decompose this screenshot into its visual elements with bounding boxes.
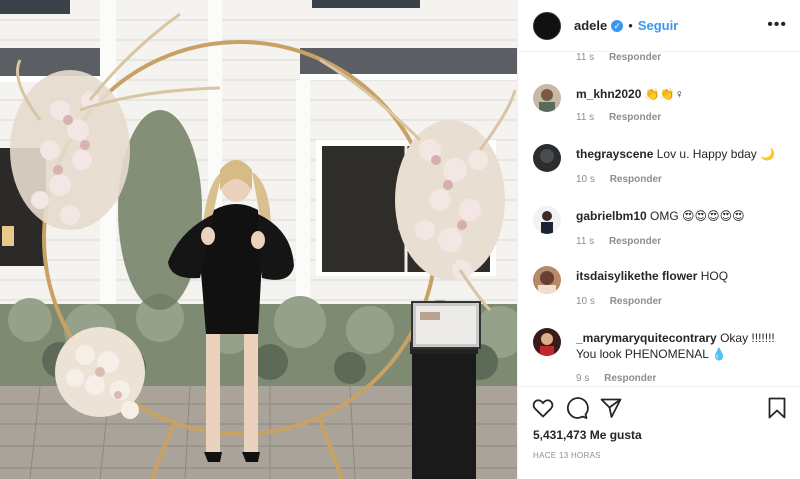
clipped-comment-meta: 11 s Responder — [576, 52, 661, 63]
author-avatar[interactable] — [533, 11, 561, 40]
bookmark-icon[interactable] — [765, 396, 789, 420]
comment-time: 9 s — [576, 373, 590, 384]
comment-bubble-icon[interactable] — [565, 396, 589, 420]
post-actions: 5,431,473 Me gusta HACE 13 HORAS — [518, 386, 800, 479]
post-photo[interactable] — [0, 0, 517, 479]
comments-list[interactable]: 11 s Responder m_khn2020 👏👏♀ 11 s Respon… — [518, 52, 800, 386]
comment-meta: 11 s Responder — [576, 112, 661, 123]
comment-text: itsdaisylikethe flower HOQ — [576, 268, 791, 284]
comment-text: thegrayscene Lov u. Happy bday 🌙 — [576, 146, 791, 162]
comment-meta: 9 s Responder — [576, 373, 656, 384]
follow-button[interactable]: Seguir — [638, 18, 678, 33]
comment-text: gabrielbm10 OMG 😍😍😍😍😍 — [576, 208, 791, 224]
comment-body: OMG 😍😍😍😍😍 — [650, 209, 745, 223]
commenter-avatar[interactable] — [533, 328, 561, 356]
instagram-post: adele ✓ • Seguir ••• 11 s Responder m_kh… — [0, 0, 800, 479]
commenter-username[interactable]: thegrayscene — [576, 147, 653, 161]
reply-link[interactable]: Responder — [604, 373, 656, 384]
comment-meta: 11 s Responder — [576, 236, 661, 247]
comment-meta: 10 s Responder — [576, 296, 662, 307]
commenter-username[interactable]: gabrielbm10 — [576, 209, 647, 223]
post-header: adele ✓ • Seguir ••• — [518, 0, 800, 52]
comment-time: 10 s — [576, 296, 595, 307]
comment-body: Lov u. Happy bday 🌙 — [656, 147, 776, 161]
comment-time: 11 s — [576, 236, 595, 247]
commenter-avatar[interactable] — [533, 84, 561, 112]
reply-link[interactable]: Responder — [610, 296, 662, 307]
reply-link[interactable]: Responder — [609, 112, 661, 123]
comment-time: 11 s — [576, 112, 595, 123]
more-options-icon[interactable]: ••• — [767, 16, 787, 34]
commenter-avatar[interactable] — [533, 266, 561, 294]
header-separator: • — [628, 18, 633, 33]
reply-link[interactable]: Responder — [609, 52, 661, 63]
heart-icon[interactable] — [531, 396, 555, 420]
paper-plane-icon[interactable] — [599, 396, 623, 420]
comment-body: HOQ — [700, 269, 729, 283]
photo-scene — [0, 0, 517, 479]
commenter-username[interactable]: _marymaryquitecontrary — [576, 331, 717, 345]
comment-body: 👏👏♀ — [644, 87, 684, 101]
comment-time: 11 s — [576, 52, 595, 63]
commenter-avatar[interactable] — [533, 144, 561, 172]
like-count[interactable]: 5,431,473 Me gusta — [533, 428, 642, 442]
reply-link[interactable]: Responder — [610, 174, 662, 185]
comment-text: _marymaryquitecontrary Okay !!!!!!! You … — [576, 330, 791, 362]
verified-badge-icon: ✓ — [611, 19, 624, 32]
post-time-ago: HACE 13 HORAS — [533, 451, 601, 460]
post-side-panel: adele ✓ • Seguir ••• 11 s Responder m_kh… — [517, 0, 800, 479]
commenter-username[interactable]: itsdaisylikethe flower — [576, 269, 697, 283]
reply-link[interactable]: Responder — [609, 236, 661, 247]
comment-time: 10 s — [576, 174, 595, 185]
comment-text: m_khn2020 👏👏♀ — [576, 86, 791, 102]
commenter-username[interactable]: m_khn2020 — [576, 87, 641, 101]
author-username[interactable]: adele — [574, 18, 607, 33]
commenter-avatar[interactable] — [533, 206, 561, 234]
comment-meta: 10 s Responder — [576, 174, 662, 185]
